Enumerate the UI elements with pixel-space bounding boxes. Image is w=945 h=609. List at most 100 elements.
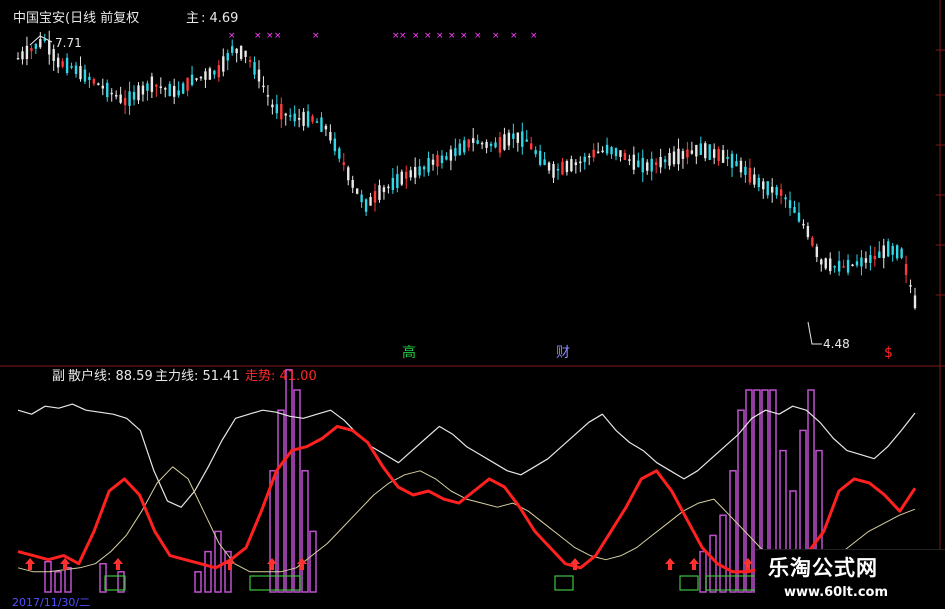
price-candle-body: [106, 82, 109, 98]
price-candle-body: [748, 167, 752, 183]
price-candle-body: [382, 187, 386, 193]
signal-x-marker: ×: [424, 31, 432, 41]
price-candle-body: [226, 53, 229, 61]
trend-line-label: 走势: 41.00: [245, 369, 317, 384]
price-candle-body: [864, 258, 868, 263]
signal-x-marker: ×: [510, 31, 518, 41]
price-candle-body: [83, 69, 87, 82]
price-candle-body: [271, 104, 274, 108]
price-candle-body: [900, 248, 903, 258]
date-readout: 2017/11/30/二: [12, 596, 91, 609]
signal-x-marker: ×: [399, 31, 407, 41]
price-candle-body: [235, 48, 238, 54]
price-candle-body: [373, 191, 377, 203]
price-candle-body: [891, 245, 894, 255]
price-candle-body: [208, 68, 212, 80]
signal-x-marker: ×: [448, 31, 456, 41]
price-candle-body: [88, 76, 91, 81]
price-candle-body: [904, 264, 908, 275]
price-candle-body: [355, 188, 359, 194]
price-candle-body: [574, 162, 578, 166]
signal-box: [554, 575, 574, 591]
price-candle-body: [663, 159, 667, 163]
price-candle-body: [512, 133, 515, 139]
price-candle-body: [846, 259, 850, 273]
price-candle-body: [485, 141, 488, 148]
volume-bar: [204, 550, 212, 593]
price-candle-body: [132, 91, 136, 100]
price-candle-body: [717, 149, 720, 161]
price-candle-body: [784, 197, 787, 200]
price-candle-body: [632, 154, 636, 170]
volume-bar: [309, 530, 317, 593]
price-candle-body: [623, 152, 627, 160]
price-candle-body: [387, 186, 390, 189]
price-candle-body: [329, 132, 332, 141]
price-candle-body: [547, 162, 551, 171]
volume-bar: [44, 560, 52, 593]
price-candle-body: [409, 170, 412, 178]
signal-box: [679, 575, 699, 591]
price-candle-body: [570, 159, 573, 172]
price-candle-body: [427, 157, 430, 173]
price-candle-body: [471, 138, 475, 143]
price-candle-body: [775, 187, 778, 196]
price-candle-body: [695, 144, 698, 157]
price-candle-body: [824, 258, 827, 269]
price-candle-body: [239, 45, 243, 59]
price-candle-body: [48, 40, 51, 55]
price-candle-body: [360, 194, 363, 203]
retail-line-label: 散户线: 88.59: [68, 369, 153, 384]
price-candle-body: [503, 134, 506, 150]
price-candle-body: [204, 71, 207, 80]
price-candle-body: [284, 113, 287, 116]
price-candle-body: [712, 149, 716, 158]
price-candle-body: [74, 65, 78, 75]
price-candle-body: [61, 61, 64, 67]
price-candle-body: [320, 117, 323, 132]
price-candle-body: [726, 156, 729, 159]
low-marker-leader: [807, 321, 822, 345]
signal-x-marker: ×: [436, 31, 444, 41]
price-candle-body: [449, 149, 453, 161]
price-candle-body: [405, 171, 408, 179]
price-candle-body: [213, 70, 216, 75]
price-candle-body: [476, 140, 479, 144]
price-candle-body: [315, 121, 319, 123]
event-label-gao[interactable]: 高: [402, 346, 416, 360]
price-candle-body: [878, 251, 881, 258]
price-candle-body: [30, 48, 33, 51]
price-candle-body: [480, 142, 484, 145]
price-candle-body: [552, 163, 555, 178]
price-candle-body: [565, 161, 569, 173]
price-candle-body: [128, 91, 131, 106]
price-candle-body: [744, 166, 747, 175]
price-candle-body: [610, 147, 613, 155]
price-candle-body: [311, 116, 314, 122]
price-candle-body: [137, 85, 140, 101]
price-candle-body: [333, 138, 337, 152]
price-candle-body: [833, 266, 836, 268]
price-candle-body: [400, 171, 403, 185]
price-candle-body: [440, 155, 444, 164]
price-candle-body: [588, 155, 591, 158]
price-candle-body: [837, 260, 841, 272]
price-candle-body: [521, 131, 524, 147]
price-candle-body: [556, 168, 560, 171]
price-candle-body: [543, 159, 546, 166]
price-candle-body: [860, 257, 863, 267]
event-label-cai[interactable]: 财: [556, 346, 570, 360]
price-candle-body: [347, 167, 350, 181]
price-candle-body: [721, 150, 725, 163]
price-candle-body: [895, 245, 899, 259]
price-candle-body: [806, 226, 810, 238]
price-candle-body: [56, 57, 60, 68]
price-candle-body: [538, 150, 542, 165]
event-label-dollar[interactable]: $: [884, 346, 893, 360]
price-candle-body: [628, 159, 631, 161]
price-candle-body: [257, 69, 261, 82]
price-candle-body: [172, 86, 176, 97]
low-price-marker: 4.48: [823, 337, 850, 351]
up-arrow-icon: [113, 558, 123, 570]
price-candle-body: [686, 149, 689, 158]
